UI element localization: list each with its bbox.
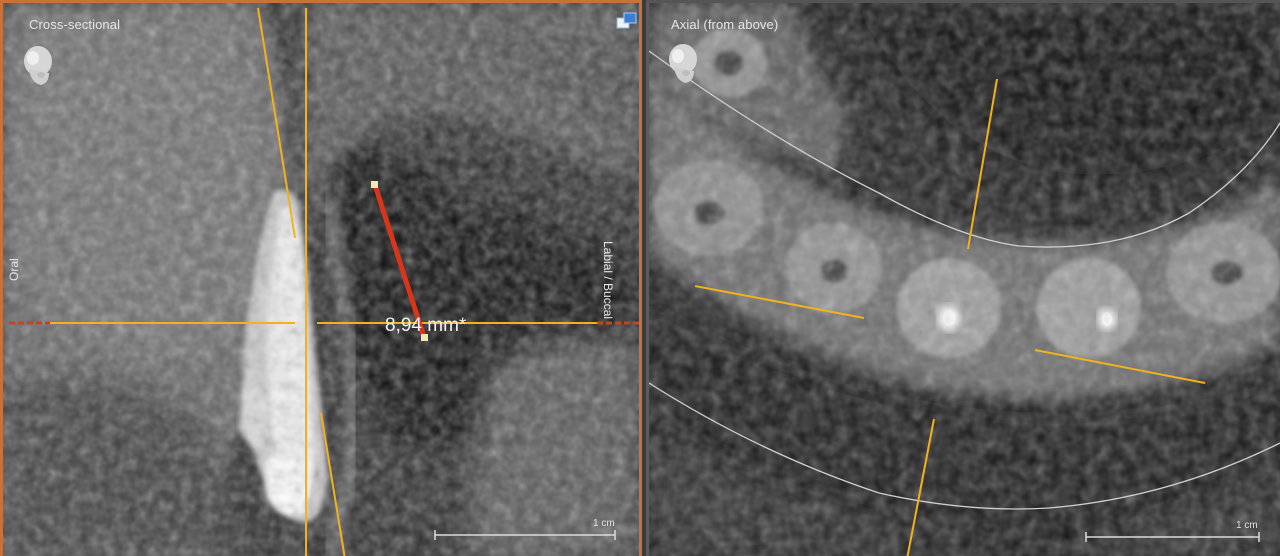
axial-viewport[interactable]: Axial (from above) 1 cm: [646, 0, 1280, 556]
head-icon[interactable]: [666, 41, 700, 85]
maximize-icon[interactable]: [616, 12, 638, 30]
cross-sectional-viewport[interactable]: Cross-sectional Oral Labial / Buccal 8,9…: [0, 0, 642, 556]
viewport-title: Cross-sectional: [29, 17, 121, 32]
measurement-handle-start[interactable]: [371, 181, 378, 188]
orientation-label-labial-buccal: Labial / Buccal: [601, 241, 615, 320]
cross-sectional-image[interactable]: [3, 3, 639, 556]
axial-image[interactable]: [649, 3, 1280, 556]
scale-bar-label: 1 cm: [593, 518, 615, 529]
measurement-value: 8,94 mm*: [385, 315, 467, 336]
orientation-label-oral: Oral: [7, 258, 21, 281]
ct-viewer: Cross-sectional Oral Labial / Buccal 8,9…: [0, 0, 1280, 556]
scale-bar-label: 1 cm: [1236, 520, 1258, 531]
head-icon[interactable]: [21, 43, 55, 87]
viewport-title: Axial (from above): [671, 17, 779, 32]
